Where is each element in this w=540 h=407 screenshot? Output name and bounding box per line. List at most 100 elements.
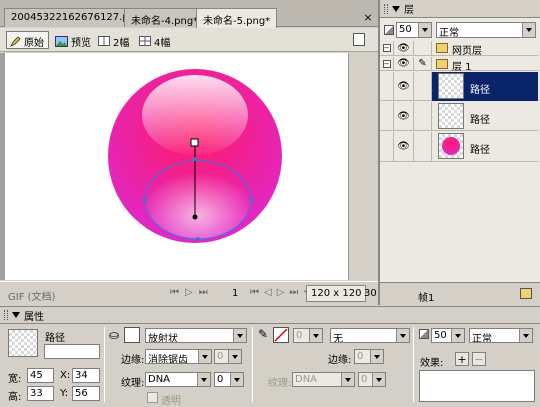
fill-edge-value: 消除锯齿	[148, 355, 188, 364]
tab-document-2[interactable]: 未命名-4.png*	[124, 8, 206, 27]
properties-panel: 属性 路径 宽: 45 X: 34 高: 33 Y: 56 ⛀ 放射状 边缘: …	[0, 306, 540, 407]
stroke-size-field[interactable]: 0	[293, 328, 323, 343]
view-label: 2幅	[113, 37, 130, 49]
expand-icon[interactable]: −	[380, 41, 394, 55]
pencil-icon[interactable]: ✎	[414, 57, 432, 70]
eye-icon[interactable]: 👁	[394, 57, 414, 70]
stroke-edge-amount[interactable]: 0	[354, 349, 384, 364]
chevron-down-icon[interactable]	[230, 373, 243, 386]
chevron-down-icon[interactable]	[341, 373, 354, 386]
layer-row-web[interactable]: − 👁 网页层	[380, 41, 538, 57]
view-4up-button[interactable]: 4幅	[136, 31, 174, 49]
chevron-down-icon[interactable]	[233, 329, 246, 342]
layer-row-1[interactable]: − 👁 ✎ 层 1	[380, 57, 538, 73]
expand-icon[interactable]: −	[380, 57, 394, 70]
collapse-triangle-icon[interactable]	[392, 5, 400, 12]
gradient-handle-start	[190, 138, 199, 147]
fill-texture-value: DNA	[148, 374, 171, 385]
properties-panel-header[interactable]: 属性	[0, 307, 540, 324]
stroke-texture-select[interactable]: DNA	[292, 372, 355, 387]
x-field[interactable]: 34	[72, 368, 100, 383]
fill-edge-amount[interactable]: 0	[214, 349, 242, 364]
frame-nav-icon[interactable]: ⏮▷⏭	[170, 287, 214, 298]
fill-edge-label: 边缘:	[121, 355, 145, 366]
document-canvas[interactable]	[5, 53, 348, 280]
tab-label: 未命名-4.png*	[131, 16, 199, 27]
chevron-down-icon[interactable]	[451, 329, 464, 342]
fill-edge-select[interactable]: 消除锯齿	[145, 349, 212, 364]
layer-name: 路径	[470, 85, 490, 96]
layer-opacity-field[interactable]: 50	[396, 22, 432, 38]
collapse-triangle-icon[interactable]	[12, 312, 20, 318]
layer-opacity-value: 50	[399, 24, 412, 35]
layer-row-path-3[interactable]: 👁 路径	[380, 132, 538, 162]
height-label: 高:	[8, 392, 22, 403]
frame-label: 帧1	[418, 293, 435, 304]
height-field[interactable]: 33	[27, 386, 54, 401]
grip-icon	[384, 3, 388, 14]
stroke-type-value: 无	[333, 334, 343, 343]
fill-type-select[interactable]: 放射状	[145, 328, 247, 343]
layer-name: 路径	[470, 115, 490, 126]
opacity-field[interactable]: 50	[431, 328, 465, 343]
opacity-icon	[419, 329, 429, 339]
lock-icon[interactable]	[414, 132, 432, 161]
eye-icon[interactable]: 👁	[394, 132, 414, 161]
page-setup-icon[interactable]	[353, 33, 365, 46]
gradient-handle-end	[192, 214, 198, 220]
view-2up-button[interactable]: 2幅	[95, 31, 133, 49]
chevron-down-icon[interactable]	[522, 23, 535, 37]
chevron-down-icon[interactable]	[197, 373, 210, 386]
zoom-level[interactable]: 30	[364, 288, 377, 299]
close-document-button[interactable]: ×	[362, 12, 374, 24]
view-original-button[interactable]: 原始	[6, 31, 49, 49]
lock-icon[interactable]	[414, 41, 432, 55]
blend-mode-value: 正常	[472, 334, 492, 343]
two-up-icon	[98, 36, 110, 46]
fill-texture-amount[interactable]: 0	[214, 372, 244, 387]
object-name-field[interactable]	[44, 344, 100, 359]
fill-color-swatch[interactable]	[124, 327, 140, 343]
stroke-texture-amount[interactable]: 0	[358, 372, 386, 387]
layer-row-path-1[interactable]: 👁 路径	[380, 72, 538, 101]
width-field[interactable]: 45	[27, 368, 54, 383]
layer-blend-select[interactable]: 正常	[436, 22, 536, 39]
layer-row-path-2[interactable]: 👁 路径	[380, 102, 538, 131]
sphere-artwork[interactable]	[5, 53, 348, 280]
eye-icon[interactable]: 👁	[394, 102, 414, 130]
effects-list[interactable]	[419, 370, 535, 402]
chevron-down-icon[interactable]	[370, 350, 383, 363]
chevron-down-icon[interactable]	[228, 350, 241, 363]
layer-thumbnail	[438, 73, 464, 99]
stroke-color-swatch[interactable]	[273, 327, 289, 343]
add-effect-button[interactable]: +	[455, 352, 469, 366]
chevron-down-icon[interactable]	[309, 329, 322, 342]
lock-icon[interactable]	[414, 102, 432, 130]
chevron-down-icon[interactable]	[418, 23, 431, 37]
chevron-down-icon[interactable]	[372, 373, 385, 386]
layer-thumbnail	[438, 133, 464, 159]
chevron-down-icon[interactable]	[396, 329, 409, 342]
eye-icon[interactable]: 👁	[394, 72, 414, 100]
document-format: GIF (文档)	[8, 292, 56, 303]
blend-mode-select[interactable]: 正常	[469, 328, 533, 343]
eye-icon[interactable]: 👁	[394, 41, 414, 55]
layers-panel-header[interactable]: 层	[380, 0, 540, 18]
frame-number: 1	[232, 288, 239, 299]
lock-icon[interactable]	[414, 72, 432, 100]
y-field[interactable]: 56	[72, 386, 100, 401]
gradient-ellipse-path	[144, 160, 252, 240]
tab-document-3[interactable]: 未命名-5.png*	[196, 8, 278, 28]
transparent-checkbox[interactable]	[147, 392, 158, 403]
stroke-texture-label: 纹理:	[268, 378, 292, 389]
stroke-texture-amount-value: 0	[361, 374, 368, 385]
vertical-scrollbar[interactable]	[348, 53, 378, 280]
chevron-down-icon[interactable]	[519, 329, 532, 342]
remove-effect-button[interactable]: −	[472, 352, 486, 366]
fill-texture-select[interactable]: DNA	[145, 372, 211, 387]
new-layer-icon[interactable]	[520, 288, 532, 299]
view-preview-button[interactable]: 预览	[52, 31, 95, 49]
stroke-type-select[interactable]: 无	[330, 328, 410, 343]
sphere-thumbnail	[442, 137, 460, 155]
chevron-down-icon[interactable]	[198, 350, 211, 363]
